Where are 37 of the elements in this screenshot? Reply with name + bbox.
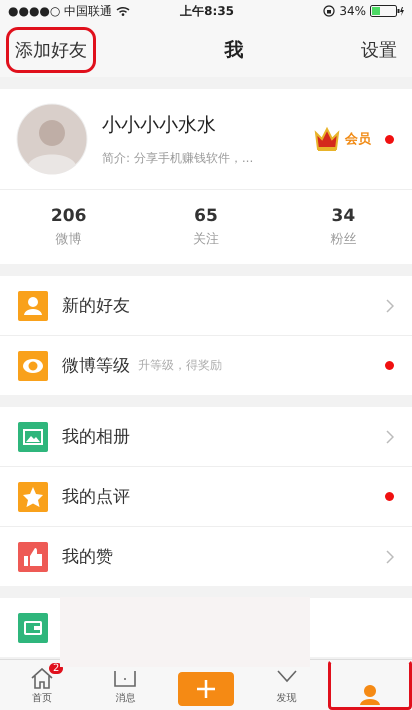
notification-dot	[385, 361, 394, 370]
bio-text: 简介: 分享手机赚钱软件，...	[102, 150, 254, 166]
menu-item-label[interactable]: 我的点评	[62, 485, 130, 508]
battery-icon	[370, 5, 404, 17]
chevron-icon	[386, 550, 394, 564]
page-title: 我	[224, 38, 244, 62]
menu-item-label[interactable]: 微博等级	[62, 354, 130, 377]
add-friend-button[interactable]: 添加好友	[6, 26, 96, 72]
chevron-icon	[386, 298, 394, 312]
wallet-icon	[18, 612, 48, 642]
rotation-lock-icon	[323, 5, 336, 17]
home-icon	[28, 667, 55, 689]
album-icon	[18, 422, 48, 452]
battery-percent: 34%	[339, 4, 366, 18]
compose-button[interactable]	[178, 672, 234, 706]
plus-icon	[196, 679, 216, 699]
settings-button[interactable]: 设置	[352, 26, 406, 72]
stat-count[interactable]: 206	[50, 206, 86, 226]
menu-item-label[interactable]: 新的好友	[62, 294, 130, 317]
menu-item-label[interactable]: 我的相册	[62, 425, 130, 448]
like-icon	[18, 542, 48, 572]
crown-icon[interactable]	[313, 125, 341, 153]
review-icon	[18, 482, 48, 512]
stat-count[interactable]: 65	[194, 206, 218, 226]
menu-item-hint: 升等级，得奖励	[138, 357, 222, 374]
level-icon	[18, 350, 48, 380]
stat-count[interactable]: 34	[331, 206, 356, 226]
menu-item-label[interactable]: 我的赞	[62, 545, 113, 568]
notification-dot	[385, 492, 394, 501]
chevron-icon	[386, 430, 394, 444]
wifi-icon	[116, 6, 130, 16]
badge: 2	[49, 663, 64, 674]
friend-icon	[18, 290, 48, 320]
username: 小小小小水水	[102, 112, 217, 138]
tab-item[interactable]	[328, 660, 412, 710]
clock-text: 上午8:35	[180, 2, 234, 20]
carrier-text: ●●●●○ 中国联通	[8, 2, 112, 20]
